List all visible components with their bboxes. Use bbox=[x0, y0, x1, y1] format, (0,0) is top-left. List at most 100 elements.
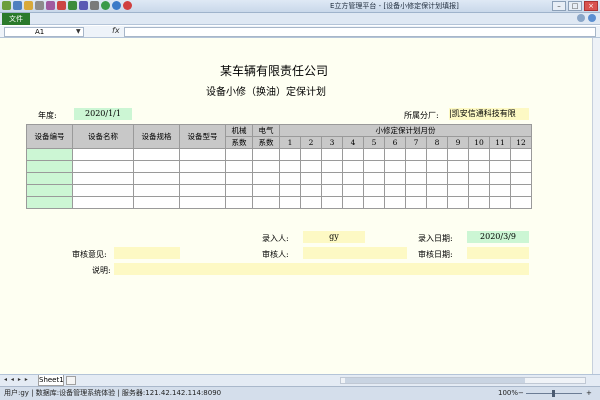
table-cell[interactable] bbox=[447, 196, 469, 209]
close-button[interactable]: × bbox=[584, 1, 598, 11]
entry-date-field[interactable]: 2020/3/9 bbox=[467, 231, 529, 243]
zoom-slider[interactable] bbox=[526, 390, 582, 397]
table-cell[interactable] bbox=[279, 160, 301, 173]
add-icon[interactable] bbox=[101, 1, 110, 10]
table-cell[interactable] bbox=[384, 148, 406, 161]
table-cell[interactable] bbox=[225, 196, 253, 209]
table-cell[interactable] bbox=[279, 184, 301, 197]
table-cell[interactable] bbox=[321, 196, 343, 209]
review-date-field[interactable] bbox=[467, 247, 529, 259]
table-cell[interactable] bbox=[510, 148, 532, 161]
table-cell[interactable] bbox=[426, 184, 448, 197]
table-cell[interactable] bbox=[300, 160, 322, 173]
table-cell[interactable] bbox=[384, 172, 406, 185]
zoom-in-button[interactable]: + bbox=[586, 387, 592, 400]
table-cell[interactable] bbox=[252, 172, 280, 185]
table-cell[interactable] bbox=[468, 196, 490, 209]
table-cell[interactable] bbox=[72, 148, 134, 161]
table-cell[interactable] bbox=[252, 160, 280, 173]
zoom-out-button[interactable]: − bbox=[518, 387, 524, 400]
table-cell[interactable] bbox=[72, 172, 134, 185]
table-cell[interactable] bbox=[225, 172, 253, 185]
table-cell[interactable] bbox=[26, 148, 73, 161]
folder-icon[interactable] bbox=[24, 1, 33, 10]
year-field[interactable]: 2020/1/1 bbox=[74, 108, 132, 120]
table-cell[interactable] bbox=[510, 160, 532, 173]
table-cell[interactable] bbox=[72, 184, 134, 197]
delete-icon[interactable] bbox=[123, 1, 132, 10]
table-cell[interactable] bbox=[225, 148, 253, 161]
table-cell[interactable] bbox=[252, 184, 280, 197]
branch-field[interactable]: |凯安信通科技有限 bbox=[449, 108, 529, 120]
table-cell[interactable] bbox=[279, 148, 301, 161]
table-cell[interactable] bbox=[363, 172, 385, 185]
table-cell[interactable] bbox=[133, 160, 180, 173]
table-cell[interactable] bbox=[342, 148, 364, 161]
table-cell[interactable] bbox=[447, 184, 469, 197]
table-cell[interactable] bbox=[384, 160, 406, 173]
table-cell[interactable] bbox=[489, 184, 511, 197]
table-cell[interactable] bbox=[426, 172, 448, 185]
table-cell[interactable] bbox=[179, 172, 226, 185]
table-cell[interactable] bbox=[447, 172, 469, 185]
function-icon[interactable]: fx bbox=[112, 26, 120, 35]
table-cell[interactable] bbox=[342, 184, 364, 197]
table-cell[interactable] bbox=[489, 160, 511, 173]
table-cell[interactable] bbox=[342, 160, 364, 173]
table-cell[interactable] bbox=[363, 160, 385, 173]
zoom-slider-thumb[interactable] bbox=[552, 390, 555, 397]
table-cell[interactable] bbox=[447, 148, 469, 161]
table-cell[interactable] bbox=[468, 172, 490, 185]
save-icon[interactable] bbox=[2, 1, 11, 10]
file-tab[interactable]: 文件 bbox=[2, 13, 30, 25]
table-cell[interactable] bbox=[426, 160, 448, 173]
table-cell[interactable] bbox=[26, 184, 73, 197]
table-cell[interactable] bbox=[489, 148, 511, 161]
table-cell[interactable] bbox=[468, 160, 490, 173]
entry-person-field[interactable]: gy bbox=[303, 231, 365, 243]
table-cell[interactable] bbox=[342, 172, 364, 185]
undo-icon[interactable] bbox=[57, 1, 66, 10]
reviewer-field[interactable] bbox=[303, 247, 407, 259]
settings-icon[interactable] bbox=[90, 1, 99, 10]
table-cell[interactable] bbox=[26, 172, 73, 185]
table-cell[interactable] bbox=[363, 184, 385, 197]
chevron-down-icon[interactable]: ▼ bbox=[76, 28, 81, 35]
table-cell[interactable] bbox=[279, 172, 301, 185]
excel-icon[interactable] bbox=[68, 1, 77, 10]
table-cell[interactable] bbox=[405, 148, 427, 161]
table-cell[interactable] bbox=[300, 184, 322, 197]
table-cell[interactable] bbox=[133, 148, 180, 161]
table-cell[interactable] bbox=[179, 148, 226, 161]
table-cell[interactable] bbox=[179, 160, 226, 173]
table-cell[interactable] bbox=[321, 172, 343, 185]
table-cell[interactable] bbox=[489, 196, 511, 209]
horizontal-scrollbar[interactable] bbox=[340, 377, 586, 384]
minimize-button[interactable]: – bbox=[552, 1, 566, 11]
table-cell[interactable] bbox=[510, 184, 532, 197]
table-cell[interactable] bbox=[279, 196, 301, 209]
table-cell[interactable] bbox=[300, 172, 322, 185]
table-cell[interactable] bbox=[384, 184, 406, 197]
note-field[interactable] bbox=[114, 263, 529, 275]
scroll-thumb[interactable] bbox=[345, 378, 525, 383]
table-cell[interactable] bbox=[133, 184, 180, 197]
table-cell[interactable] bbox=[72, 196, 134, 209]
table-cell[interactable] bbox=[405, 184, 427, 197]
table-cell[interactable] bbox=[321, 148, 343, 161]
table-cell[interactable] bbox=[405, 172, 427, 185]
refresh-icon[interactable] bbox=[112, 1, 121, 10]
print-icon[interactable] bbox=[35, 1, 44, 10]
sheet-tab-sheet1[interactable]: Sheet1 bbox=[38, 375, 64, 386]
table-cell[interactable] bbox=[426, 196, 448, 209]
preview-icon[interactable] bbox=[46, 1, 55, 10]
table-cell[interactable] bbox=[26, 160, 73, 173]
table-cell[interactable] bbox=[447, 160, 469, 173]
table-cell[interactable] bbox=[133, 172, 180, 185]
table-cell[interactable] bbox=[225, 184, 253, 197]
collapse-ribbon-icon[interactable] bbox=[577, 14, 585, 22]
name-box[interactable]: A1 bbox=[4, 27, 84, 37]
table-cell[interactable] bbox=[426, 148, 448, 161]
table-cell[interactable] bbox=[300, 148, 322, 161]
table-cell[interactable] bbox=[510, 172, 532, 185]
